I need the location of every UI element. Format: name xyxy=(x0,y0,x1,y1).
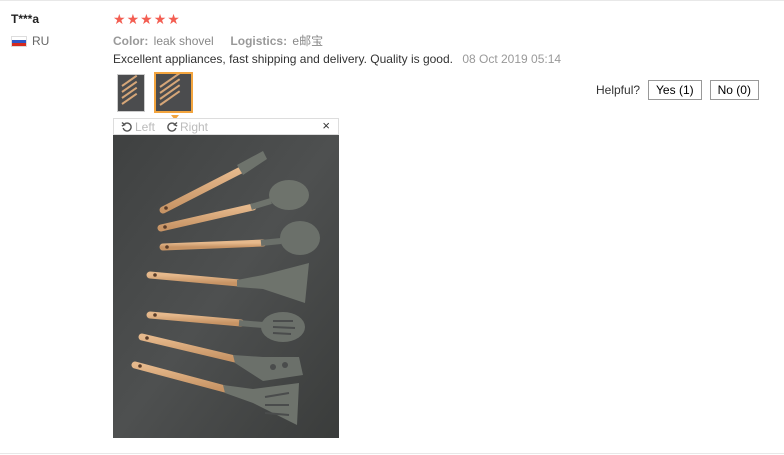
russia-flag-icon xyxy=(11,35,27,47)
review-date: 08 Oct 2019 05:14 xyxy=(462,52,562,66)
top-divider xyxy=(0,0,784,1)
bottom-divider xyxy=(0,453,784,454)
review-photo-thumbnail-active[interactable] xyxy=(154,72,193,113)
rotate-right-icon xyxy=(167,121,178,132)
rating-stars: ★ ★ ★ ★ ★ xyxy=(113,11,180,27)
rotate-left-icon xyxy=(121,121,132,132)
logistics-label: Logistics: xyxy=(230,34,288,48)
review-thumbnails xyxy=(117,72,193,113)
helpful-label: Helpful? xyxy=(596,83,641,97)
star-icon: ★ xyxy=(153,11,167,27)
helpful-no-button[interactable]: No (0) xyxy=(709,80,759,100)
reviewer-name: T***a xyxy=(11,12,40,26)
color-label: Color: xyxy=(113,34,149,48)
star-icon: ★ xyxy=(113,11,126,27)
order-info: Color: leak shovel Logistics: e邮宝 xyxy=(113,32,323,49)
review-body: Excellent appliances, fast shipping and … xyxy=(113,52,561,66)
star-icon: ★ xyxy=(126,11,140,27)
helpful-yes-button[interactable]: Yes (1) xyxy=(648,80,702,100)
rotate-right-label: Right xyxy=(180,120,209,134)
logistics-value: e邮宝 xyxy=(292,34,324,48)
star-icon: ★ xyxy=(140,11,153,27)
review-text: Excellent appliances, fast shipping and … xyxy=(113,52,453,66)
star-icon: ★ xyxy=(167,11,180,27)
helpful-vote: Helpful? Yes (1) No (0) xyxy=(596,80,759,100)
close-icon[interactable]: × xyxy=(322,118,330,133)
rotate-left-label: Left xyxy=(135,120,156,134)
rotate-left-button[interactable]: Left xyxy=(121,120,155,134)
country-code: RU xyxy=(32,34,50,48)
image-viewer-toolbar: Left Right × xyxy=(113,118,339,135)
rotate-right-button[interactable]: Right xyxy=(166,120,208,134)
review-photo-large xyxy=(113,135,339,438)
review-photo-thumbnail[interactable] xyxy=(117,74,145,112)
color-value: leak shovel xyxy=(153,34,214,48)
reviewer-country: RU xyxy=(11,34,49,48)
